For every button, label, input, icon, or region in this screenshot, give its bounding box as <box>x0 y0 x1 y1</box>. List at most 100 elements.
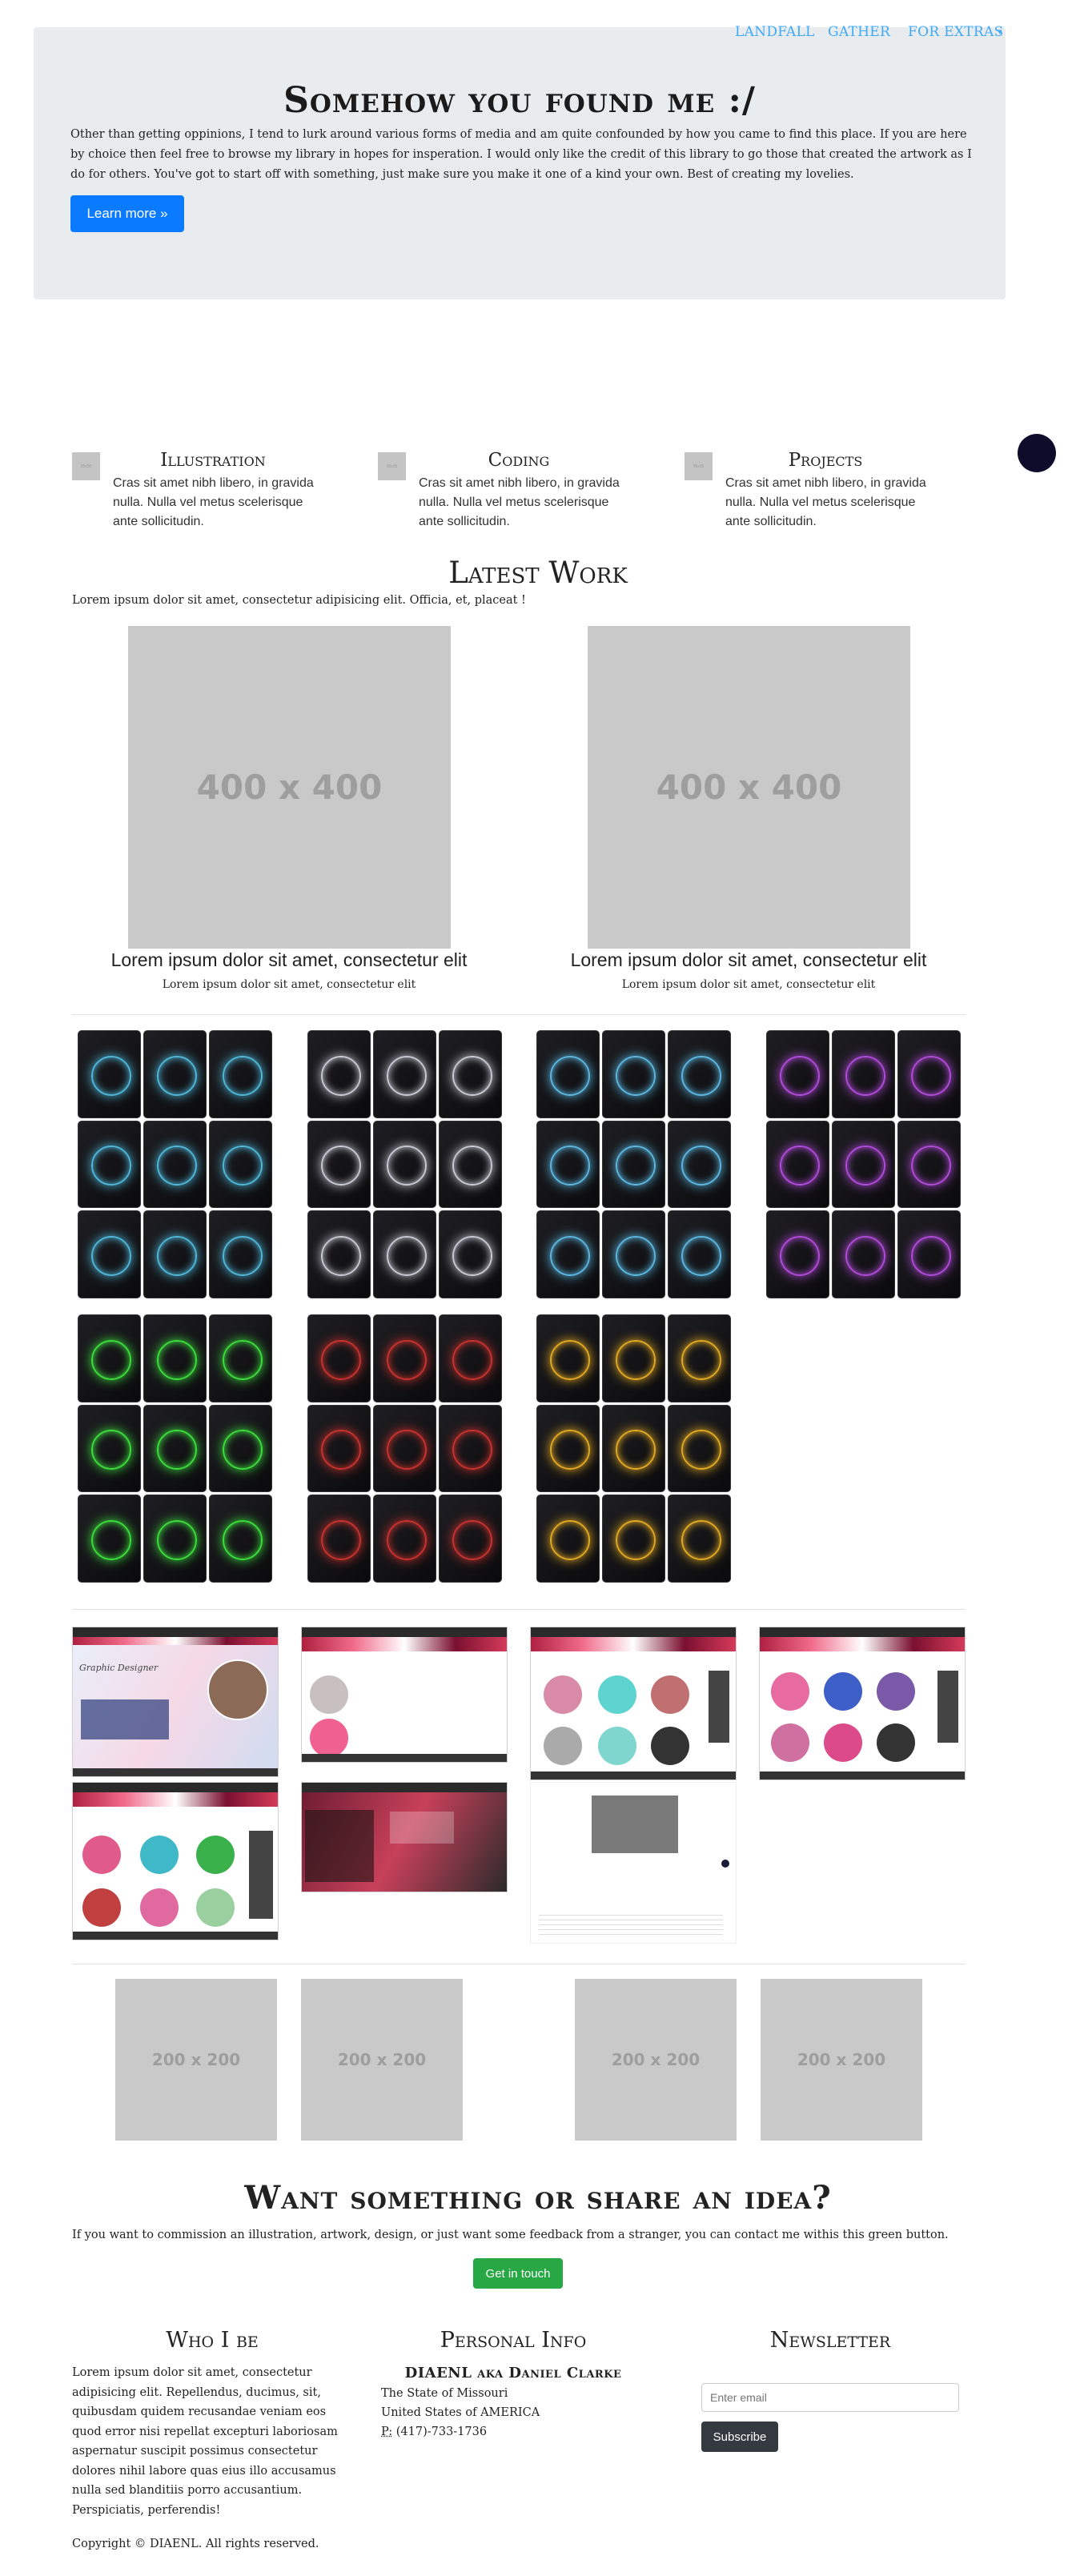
card-set-7[interactable] <box>536 1314 731 1583</box>
illustration-card <box>307 1495 371 1583</box>
sigil-icon <box>156 1146 197 1186</box>
work-subcaption-2: Lorem ipsum dolor sit amet, consectetur … <box>621 978 876 991</box>
illustration-card <box>439 1120 502 1209</box>
illustration-card <box>602 1314 665 1402</box>
gallery-image-1[interactable]: 200 x 200 <box>115 1979 277 2141</box>
web-screenshot-5[interactable] <box>72 1782 279 1940</box>
divider <box>72 1014 966 1015</box>
illustration-card <box>373 1210 436 1298</box>
card-set-4[interactable] <box>766 1030 961 1298</box>
sigil-icon <box>452 1339 492 1380</box>
illustration-card <box>536 1495 600 1583</box>
illustration-card <box>668 1030 731 1118</box>
feature-title-projects: Projects <box>788 450 863 471</box>
coding-thumbnail: 35x35 <box>378 452 406 480</box>
sigil-icon <box>222 1520 263 1561</box>
email-input[interactable] <box>701 2383 959 2412</box>
learn-more-button[interactable]: Learn more » <box>70 195 184 232</box>
gallery-image-3[interactable]: 200 x 200 <box>575 1979 737 2141</box>
copyright: Copyright © DIAENL. All rights reserved. <box>72 2538 319 2550</box>
sigil-icon <box>910 1146 951 1186</box>
phone-number[interactable]: (417)-733-1736 <box>396 2426 487 2438</box>
sigil-icon <box>681 1055 721 1096</box>
illustration-card <box>439 1495 502 1583</box>
card-set-6[interactable] <box>307 1314 502 1583</box>
sigil-icon <box>320 1146 361 1186</box>
sigil-icon <box>222 1236 263 1277</box>
illustration-card <box>143 1314 207 1402</box>
sigil-icon <box>549 1339 590 1380</box>
card-set-3[interactable] <box>536 1030 731 1298</box>
web-screenshot-7[interactable] <box>530 1782 737 1944</box>
sigil-icon <box>156 1055 197 1096</box>
illustration-card <box>897 1210 961 1298</box>
web-screenshot-3[interactable] <box>530 1627 737 1780</box>
gallery-image-4[interactable]: 200 x 200 <box>761 1979 922 2141</box>
web-screenshot-1[interactable]: Graphic Designer <box>72 1627 279 1777</box>
sigil-icon <box>320 1339 361 1380</box>
illustration-card <box>439 1314 502 1402</box>
illustration-card <box>766 1120 829 1209</box>
nav-link-gather[interactable]: GATHER <box>828 24 890 40</box>
sigil-icon <box>681 1146 721 1186</box>
card-set-2[interactable] <box>307 1030 502 1298</box>
sigil-icon <box>222 1055 263 1096</box>
sigil-icon <box>549 1520 590 1561</box>
subscribe-button[interactable]: Subscribe <box>701 2422 778 2452</box>
illustration-card <box>143 1404 207 1493</box>
illustration-card <box>78 1314 141 1402</box>
nav-link-landfall[interactable]: LANDFALL <box>735 24 815 40</box>
floating-circle-button[interactable] <box>1018 434 1056 472</box>
get-in-touch-button[interactable]: Get in touch <box>473 2258 563 2289</box>
sigil-icon <box>386 1146 427 1186</box>
feature-title-illustration: Illustration <box>160 450 266 471</box>
sigil-icon <box>452 1430 492 1471</box>
illustration-card <box>143 1120 207 1209</box>
chevron-down-icon[interactable]: ▾ <box>998 26 1002 37</box>
illustration-card <box>536 1030 600 1118</box>
sigil-icon <box>910 1236 951 1277</box>
web-screenshot-4[interactable] <box>759 1627 966 1780</box>
newsletter-heading: Newsletter <box>769 2328 891 2353</box>
illustration-card <box>373 1404 436 1493</box>
illustration-card <box>439 1030 502 1118</box>
sigil-icon <box>90 1339 131 1380</box>
sigil-icon <box>615 1146 656 1186</box>
sigil-icon <box>156 1430 197 1471</box>
card-set-5[interactable] <box>78 1314 272 1583</box>
latest-work-title: Latest Work <box>448 556 628 590</box>
illustration-card <box>373 1120 436 1209</box>
sigil-icon <box>320 1430 361 1471</box>
sigil-icon <box>222 1146 263 1186</box>
web-screenshot-2[interactable] <box>301 1627 508 1763</box>
gallery-image-2[interactable]: 200 x 200 <box>301 1979 463 2141</box>
sigil-icon <box>452 1520 492 1561</box>
illustration-card <box>78 1030 141 1118</box>
illustration-card <box>307 1030 371 1118</box>
work-image-1[interactable]: 400 x 400 <box>128 626 451 949</box>
sigil-icon <box>156 1236 197 1277</box>
web-screenshot-6[interactable] <box>301 1782 508 1892</box>
card-set-1[interactable] <box>78 1030 272 1298</box>
sigil-icon <box>615 1236 656 1277</box>
sigil-icon <box>549 1146 590 1186</box>
illustration-card <box>373 1314 436 1402</box>
illustration-card <box>536 1120 600 1209</box>
illustration-card <box>439 1210 502 1298</box>
illustration-card <box>668 1495 731 1583</box>
personal-name: DIAENL aka Daniel Clarke <box>404 2365 622 2381</box>
work-caption-1: Lorem ipsum dolor sit amet, consectetur … <box>110 949 468 970</box>
sigil-icon <box>222 1339 263 1380</box>
illustration-card <box>602 1120 665 1209</box>
illustration-card <box>668 1314 731 1402</box>
work-image-2[interactable]: 400 x 400 <box>588 626 910 949</box>
sigil-icon <box>549 1236 590 1277</box>
sigil-icon <box>615 1520 656 1561</box>
sigil-icon <box>681 1520 721 1561</box>
nav-link-for-extras[interactable]: FOR EXTRAS <box>908 24 1004 40</box>
illustration-card <box>209 1314 272 1402</box>
personal-phone-row: P: (417)-733-1736 <box>381 2426 487 2438</box>
illustration-card <box>307 1314 371 1402</box>
illustration-card <box>668 1210 731 1298</box>
illustration-card <box>766 1030 829 1118</box>
